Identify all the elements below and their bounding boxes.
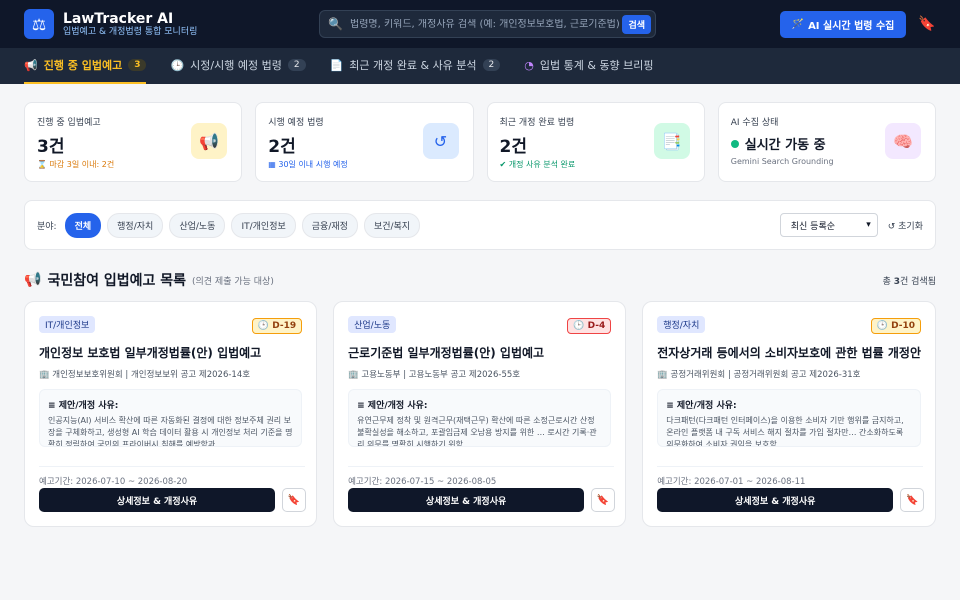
- tab-label: 시정/시행 예정 법령: [190, 59, 282, 72]
- notice-card: 산업/노동 🕒 D-4 근로기준법 일부개정법률(안) 입법예고 🏢 고용노동부…: [333, 301, 627, 527]
- notice-period: 예고기간: 2026-07-01 ~ 2026-08-11: [657, 466, 924, 487]
- search-bar: 🔍 검색: [319, 10, 656, 38]
- tab-bar: 📢 진행 중 입법예고 3 🕒 시정/시행 예정 법령 2 📄 최근 개정 완료…: [0, 48, 960, 84]
- megaphone-icon: 📢: [24, 272, 42, 288]
- filter-chip-admin[interactable]: 행정/자치: [107, 212, 164, 238]
- search-icon: 🔍: [328, 17, 343, 31]
- detail-button[interactable]: 상세정보 & 개정사유: [39, 488, 275, 512]
- stats-row: 진행 중 입법예고 3건 ⌛ 마감 3일 이내: 2건 📢 시행 예정 법령 2…: [24, 102, 936, 182]
- sort-select[interactable]: 최신 등록순 ▾: [779, 213, 878, 237]
- filter-chip-it[interactable]: IT/개인정보: [231, 212, 296, 238]
- filter-bar: 분야: 전체 행정/자치 산업/노동 IT/개인정보 금융/재정 보건/복지 최…: [24, 200, 936, 250]
- bookmark-icon[interactable]: 🔖: [918, 16, 935, 32]
- card-org: 🏢 공정거래위원회 | 공정거래위원회 공고 제2026-31호: [657, 370, 861, 380]
- filter-chip-labor[interactable]: 산업/노동: [169, 212, 226, 238]
- document-icon: 📄: [329, 58, 344, 72]
- reason-heading: ≡ 제안/개정 사유:: [48, 401, 119, 411]
- app-header: ⚖ LawTracker AI 입법예고 & 개정법령 통합 모니터링 🔍 검색…: [0, 0, 960, 48]
- reason-box: ≡ 제안/개정 사유: 인공지능(AI) 서비스 확산에 따른 자동화된 결정에…: [39, 389, 303, 447]
- dday-badge: 🕒 D-4: [567, 318, 612, 334]
- ai-collect-button[interactable]: 🪄 AI 실시간 법령 수집: [780, 11, 906, 38]
- filter-chip-finance[interactable]: 금융/재정: [301, 212, 358, 238]
- scales-icon: ⚖: [24, 9, 54, 39]
- stat-card-ai-status: AI 수집 상태 실시간 가동 중 Gemini Search Groundin…: [717, 102, 936, 182]
- file-check-icon: 📑: [653, 123, 690, 159]
- detail-button[interactable]: 상세정보 & 개정사유: [348, 488, 585, 512]
- dday-badge: 🕒 D-19: [251, 318, 303, 334]
- megaphone-icon: 📢: [191, 123, 228, 159]
- stat-card-revised: 최근 개정 완료 법령 2건 ✔ 개정 사유 분석 완료 📑: [486, 102, 705, 182]
- chevron-down-icon: ▾: [866, 220, 871, 230]
- reason-text: 다크패턴(다크패턴 인터페이스)을 이용한 소비자 기만 행위를 금지하고, 온…: [666, 416, 904, 447]
- clock-icon: 🕒: [170, 58, 185, 72]
- brain-icon: 🧠: [885, 123, 921, 159]
- notice-card-list: IT/개인정보 🕒 D-19 개인정보 보호법 일부개정법률(안) 입법예고 🏢…: [24, 301, 936, 527]
- result-count: 총 3건 검색됨: [882, 276, 936, 287]
- stat-note: ⌛ 마감 3일 이내: 2건: [37, 160, 115, 169]
- card-org: 🏢 고용노동부 | 고용노동부 공고 제2026-55호: [348, 370, 521, 380]
- pie-chart-icon: ◔: [524, 58, 534, 72]
- stat-note: ▦ 30일 이내 시행 예정: [268, 160, 348, 169]
- reason-heading: ≡ 제안/개정 사유:: [357, 401, 428, 411]
- ai-collect-label: AI 실시간 법령 수집: [808, 21, 895, 32]
- reason-box: ≡ 제안/개정 사유: 유연근무제 정착 및 원격근무(재택근무) 확산에 따른…: [348, 389, 612, 447]
- bookmark-icon[interactable]: 🔖: [900, 488, 925, 512]
- notice-card: IT/개인정보 🕒 D-19 개인정보 보호법 일부개정법률(안) 입법예고 🏢…: [24, 301, 318, 527]
- notice-card: 행정/자치 🕒 D-10 전자상거래 등에서의 소비자보호에 관한 법률 개정안…: [642, 301, 936, 527]
- tab-count: 2: [287, 59, 306, 71]
- magic-wand-icon: 🪄: [791, 19, 805, 30]
- stat-note: ✔ 개정 사유 분석 완료: [499, 160, 576, 169]
- category-badge: 행정/자치: [657, 316, 706, 333]
- filter-chip-all[interactable]: 전체: [64, 212, 102, 238]
- reason-heading: ≡ 제안/개정 사유:: [666, 401, 737, 411]
- ai-status-value: 실시간 가동 중: [744, 138, 826, 153]
- section-title: 국민참여 입법예고 목록: [47, 273, 186, 289]
- reset-button[interactable]: ↺ 초기화: [888, 219, 923, 232]
- search-button[interactable]: 검색: [622, 14, 651, 34]
- tab-count: 3: [128, 59, 147, 71]
- category-badge: 산업/노동: [348, 316, 397, 333]
- reason-text: 유연근무제 정착 및 원격근무(재택근무) 확산에 따른 소정근로시간 산정 불…: [357, 416, 597, 447]
- filter-label: 분야:: [37, 221, 57, 232]
- tab-statistics[interactable]: ◔ 입법 통계 & 동향 브리핑: [524, 48, 653, 84]
- detail-button[interactable]: 상세정보 & 개정사유: [657, 488, 894, 512]
- reason-box: ≡ 제안/개정 사유: 다크패턴(다크패턴 인터페이스)을 이용한 소비자 기만…: [657, 389, 921, 447]
- brand: LawTracker AI 입법예고 & 개정법령 통합 모니터링: [63, 11, 197, 38]
- tab-label: 진행 중 입법예고: [43, 59, 123, 72]
- tab-upcoming-laws[interactable]: 🕒 시정/시행 예정 법령 2: [170, 48, 306, 84]
- search-input[interactable]: [350, 18, 623, 30]
- tab-label: 입법 통계 & 동향 브리핑: [539, 59, 654, 72]
- tab-count: 2: [482, 59, 501, 71]
- tab-recent-revisions[interactable]: 📄 최근 개정 완료 & 사유 분석 2: [330, 48, 501, 84]
- notice-period: 예고기간: 2026-07-15 ~ 2026-08-05: [348, 466, 615, 487]
- sort-value: 최신 등록순: [790, 221, 836, 232]
- section-subtitle: (의견 제출 가능 대상): [192, 276, 274, 287]
- card-title: 개인정보 보호법 일부개정법률(안) 입법예고: [39, 346, 262, 360]
- tab-active-notices[interactable]: 📢 진행 중 입법예고 3: [24, 48, 147, 84]
- history-icon: ↺: [422, 123, 459, 159]
- card-title: 근로기준법 일부개정법률(안) 입법예고: [348, 346, 545, 360]
- filter-chip-health[interactable]: 보건/복지: [363, 212, 421, 238]
- card-title: 전자상거래 등에서의 소비자보호에 관한 법률 개정안: [657, 346, 921, 360]
- app-subtitle: 입법예고 & 개정법령 통합 모니터링: [63, 26, 198, 37]
- bookmark-icon[interactable]: 🔖: [591, 488, 616, 512]
- megaphone-icon: 📢: [24, 58, 38, 72]
- stat-card-upcoming: 시행 예정 법령 2건 ▦ 30일 이내 시행 예정 ↺: [255, 102, 474, 182]
- reason-text: 인공지능(AI) 서비스 확산에 따른 자동화된 결정에 대한 정보주체 권리 …: [48, 416, 293, 447]
- category-badge: IT/개인정보: [39, 316, 96, 333]
- notice-period: 예고기간: 2026-07-10 ~ 2026-08-20: [39, 466, 305, 487]
- status-dot: [730, 139, 739, 148]
- dday-badge: 🕒 D-10: [870, 318, 921, 334]
- tab-label: 최근 개정 완료 & 사유 분석: [349, 59, 477, 72]
- bookmark-icon[interactable]: 🔖: [282, 488, 306, 512]
- card-org: 🏢 개인정보보호위원회 | 개인정보보위 공고 제2026-14호: [39, 370, 251, 380]
- app-title: LawTracker AI: [63, 10, 174, 27]
- stat-card-active: 진행 중 입법예고 3건 ⌛ 마감 3일 이내: 2건 📢: [24, 102, 243, 182]
- section-header: 📢 국민참여 입법예고 목록 (의견 제출 가능 대상) 총 3건 검색됨: [24, 270, 936, 290]
